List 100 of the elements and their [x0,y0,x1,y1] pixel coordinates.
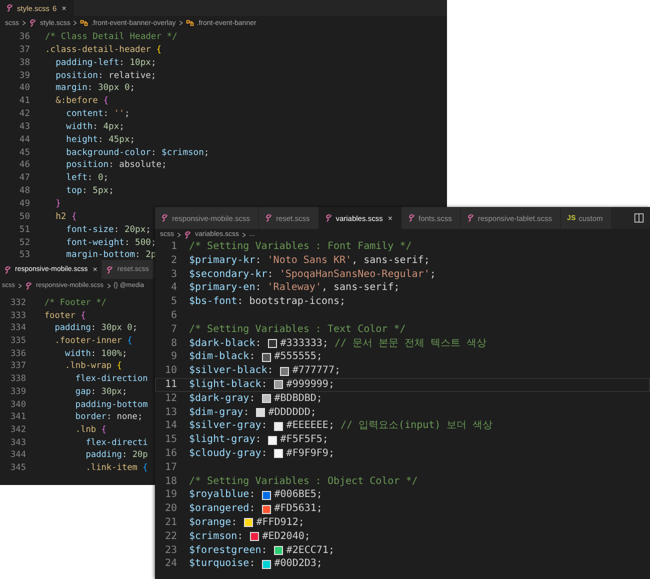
line-number: 339 [9,386,26,398]
code-text: /* Footer */ [43,297,106,310]
line-number: 37 [18,44,30,57]
code-text: margin: 30px 0; [54,82,136,96]
code-text: font-weight: 500; [65,236,156,250]
code-text: #DDDDDD; [268,406,316,420]
line-number: 7 [170,322,177,337]
line-number: 12 [164,392,177,406]
class-symbol-icon [80,19,88,27]
color-swatch[interactable] [268,436,278,445]
color-swatch[interactable] [262,490,272,500]
code-text: h2 { [54,210,77,224]
line-number: 21 [164,516,177,530]
line-number: 24 [164,557,177,572]
sass-file-icon [184,230,192,238]
line-number: 345 [9,462,26,475]
color-swatch[interactable] [274,449,284,458]
color-swatch[interactable] [268,338,278,348]
code-text: .lnb { [74,424,106,437]
code-text: #006BE5; [274,488,322,502]
color-swatch[interactable] [256,408,266,417]
line-number: 332 [9,297,26,310]
color-swatch[interactable] [244,518,254,528]
code-text: $dim-black: [189,350,256,364]
line-number: 337 [9,360,26,374]
color-swatch[interactable] [262,394,272,404]
color-swatch[interactable] [262,560,272,569]
line-number: 6 [170,308,177,323]
color-swatch[interactable] [274,546,284,555]
line-number: 47 [18,172,30,186]
line-number: 336 [9,348,26,360]
code-text: border: none; [74,411,143,424]
line-number: 42 [18,108,30,121]
line-number: 44 [18,134,30,147]
line-number: 51 [18,224,30,236]
chevron-right-icon [22,20,26,26]
code-text: height: 45px; [65,134,136,147]
code-text: padding: 30px 0; [54,322,138,336]
line-number: 10 [164,364,177,378]
sass-file-icon [4,266,12,274]
line-number: 11 [164,378,177,392]
line-number: 43 [18,120,30,134]
line-number: 49 [18,198,30,211]
line-number: 50 [18,210,30,224]
close-button[interactable]: × [92,265,98,274]
sass-file-icon [264,214,273,222]
line-number: 343 [9,436,26,450]
color-swatch[interactable] [262,504,272,514]
line-number: 5 [170,295,177,309]
code-text: top: 5px; [65,185,114,198]
line-number: 338 [9,373,26,386]
chevron-right-icon [177,232,181,238]
code-text: #F5F5F5; [280,433,328,447]
color-swatch[interactable] [250,532,260,542]
code-text: #555555; [274,350,322,364]
sass-file-icon [106,266,114,274]
code-text: $primary-en: 'Raleway', sans-serif; [189,281,400,296]
line-number: 17 [164,460,177,475]
line-number: 20 [164,502,177,516]
code-text: #2ECC71; [286,544,334,558]
code-text: $light-black: [189,378,268,392]
line-number: 9 [170,350,177,364]
code-text: #ED2040; [262,530,310,544]
line-number: 1 [170,240,177,254]
code-text: $forestgreen: [189,544,268,558]
color-swatch[interactable] [262,352,272,362]
line-number: 3 [170,268,177,282]
sass-file-icon [466,214,475,222]
color-swatch[interactable] [280,366,290,376]
close-button[interactable]: × [62,4,66,12]
code-text: width: 4px; [65,120,124,134]
line-number: 8 [170,336,177,350]
line-number: 13 [164,406,177,420]
code-text: $bs-font: bootstrap-icons; [189,295,346,309]
code-text: /* Setting Variables : Font Family */ [189,240,412,254]
line-number: 341 [9,411,26,424]
line-number: 23 [164,544,177,558]
code-text: background-color: $crimson; [65,146,210,160]
color-swatch[interactable] [274,422,284,431]
split-editor-icon[interactable] [634,213,644,223]
code-text: $crimson: [189,530,244,544]
sass-file-icon [161,214,169,222]
code-text: width: 100%; [64,348,128,360]
code-text: #FFD912; [256,516,304,530]
color-swatch[interactable] [274,380,284,390]
close-button[interactable]: × [388,214,392,222]
line-number: 335 [9,335,26,348]
code-text: $light-gray: [189,433,262,447]
sass-file-icon [6,4,14,12]
code-text: } [54,198,61,211]
code-text: position: absolute; [65,159,167,172]
chevron-right-icon [73,20,78,26]
code-text: .lnb-wrap { [64,360,122,374]
line-number: 340 [9,398,26,412]
line-number: 2 [170,254,177,268]
code-text: #BDBDBD; [274,392,322,406]
code-text: #999999; [286,378,334,392]
code-text: .link-item { [84,462,148,475]
line-number: 14 [164,419,177,434]
line-number: 15 [164,433,177,447]
